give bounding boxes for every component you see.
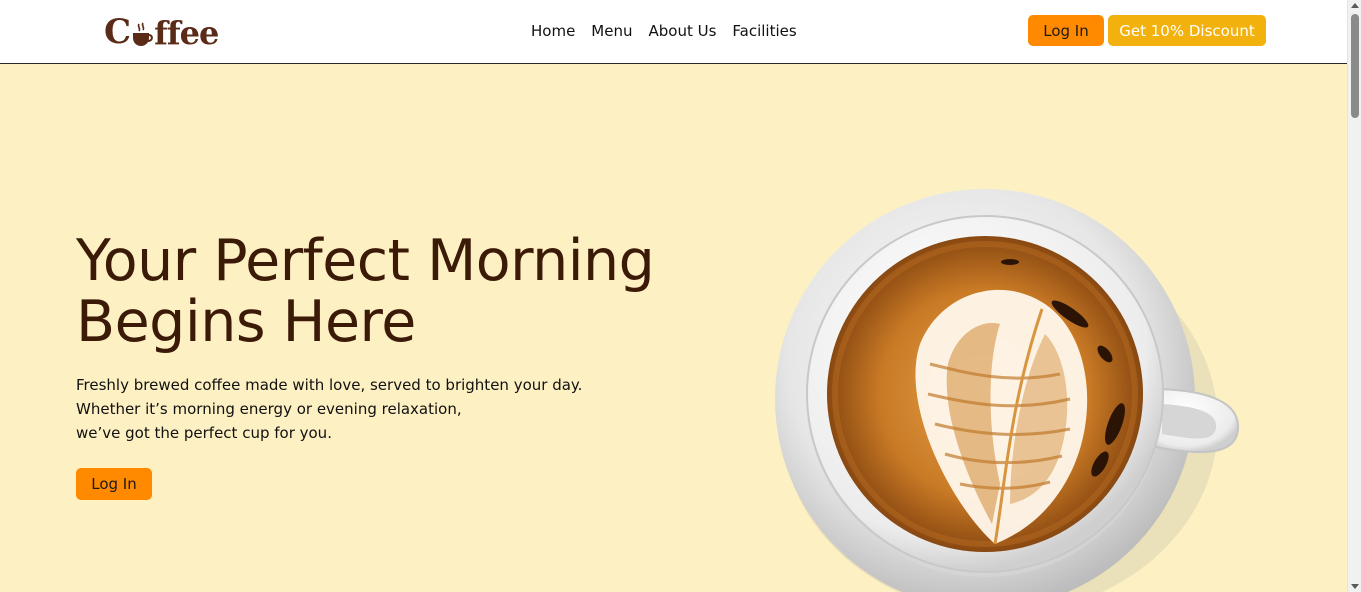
hero-login-button[interactable]: Log In — [76, 468, 152, 500]
scroll-down-arrow-icon[interactable] — [1351, 584, 1359, 589]
page: C ffee Home Menu About Us Facilities Log… — [0, 0, 1361, 592]
site-header: C ffee Home Menu About Us Facilities Log… — [0, 0, 1347, 64]
brand-logo[interactable]: C ffee — [104, 8, 219, 52]
discount-button[interactable]: Get 10% Discount — [1108, 15, 1266, 46]
hero-title-line-2: Begins Here — [76, 289, 416, 355]
hero-title-line-1: Your Perfect Morning — [76, 228, 655, 294]
hero-desc-line-1: Freshly brewed coffee made with love, se… — [76, 376, 583, 394]
hero-section: Your Perfect Morning Begins Here Freshly… — [0, 64, 1347, 592]
header-login-button[interactable]: Log In — [1028, 15, 1104, 46]
logo-letter-c: C — [104, 12, 131, 52]
latte-art-cup-icon — [775, 189, 1240, 592]
hero-description: Freshly brewed coffee made with love, se… — [76, 373, 636, 445]
hero-desc-line-3: we’ve got the perfect cup for you. — [76, 424, 332, 442]
nav-home[interactable]: Home — [531, 20, 575, 42]
nav-facilities[interactable]: Facilities — [732, 20, 796, 42]
logo-word: ffee — [154, 14, 219, 52]
main-nav: Home Menu About Us Facilities — [531, 20, 797, 42]
nav-menu[interactable]: Menu — [591, 20, 632, 42]
hero-title: Your Perfect Morning Begins Here — [76, 231, 716, 353]
scroll-up-arrow-icon[interactable] — [1351, 3, 1359, 8]
scrollbar-thumb[interactable] — [1351, 14, 1359, 118]
nav-about-us[interactable]: About Us — [648, 20, 716, 42]
coffee-cup-icon — [133, 22, 153, 46]
page-scrollbar[interactable] — [1347, 0, 1361, 592]
hero-desc-line-2: Whether it’s morning energy or evening r… — [76, 400, 462, 418]
